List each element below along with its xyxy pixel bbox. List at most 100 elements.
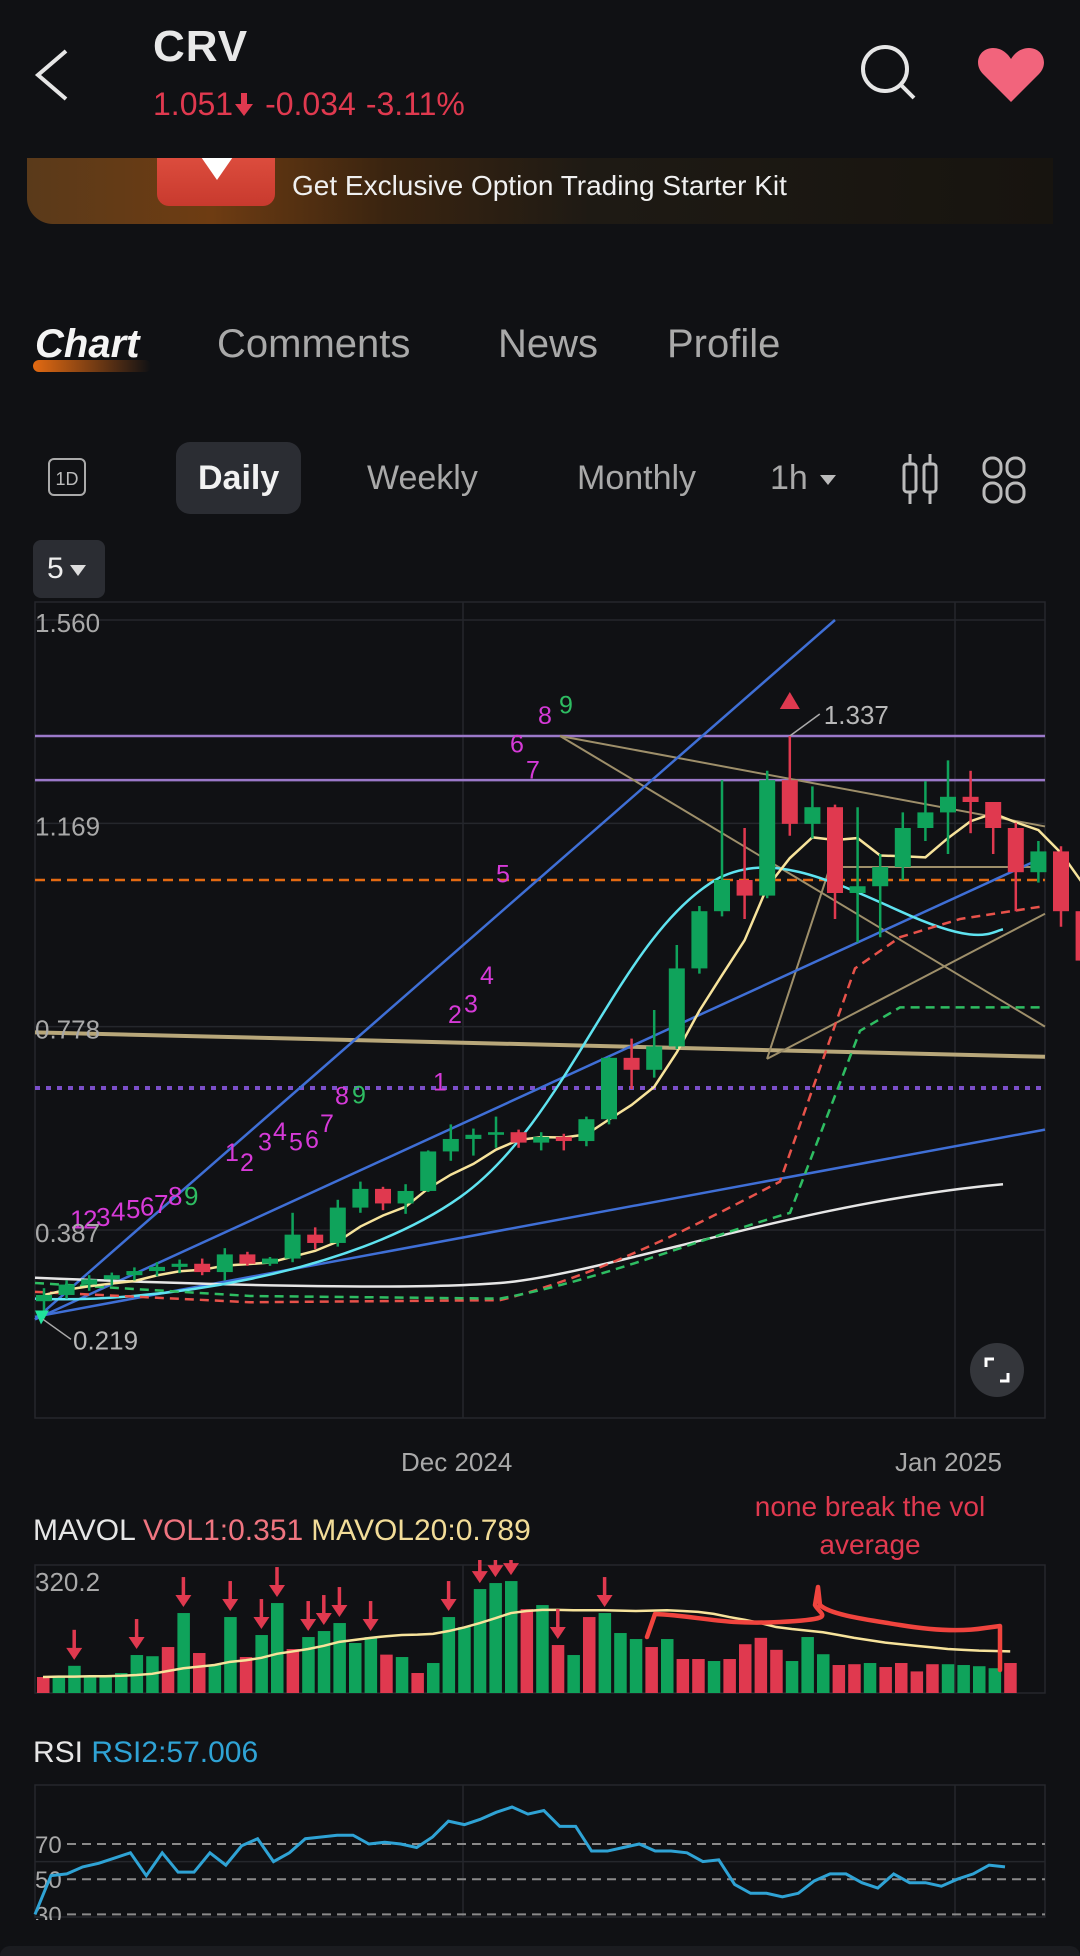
candle-body (668, 968, 685, 1047)
candle-body (442, 1138, 459, 1152)
price-axis: 1.560 1.169 0.778 0.387 (35, 608, 100, 1248)
interval-value: 1h (770, 459, 808, 497)
arrow-annotation-head (596, 1595, 613, 1608)
candle-body (555, 1136, 572, 1142)
interval-dropdown[interactable]: 1h (770, 442, 836, 514)
td-seq-label: 5 (126, 1194, 140, 1224)
bottom-sheet-edge (0, 1946, 1080, 1956)
td-seq-label: 4 (111, 1197, 125, 1227)
td-seq-label: 4 (480, 962, 494, 990)
volume-bar (458, 1627, 471, 1693)
candle-body (352, 1188, 369, 1208)
tab-news[interactable]: News (498, 322, 598, 367)
candle-body (329, 1207, 346, 1243)
volume-bar (442, 1617, 456, 1693)
x-tick-jan-2025: Jan 2025 (895, 1447, 1002, 1477)
volume-bar (177, 1613, 190, 1693)
volume-bar (520, 1609, 534, 1693)
candle-body (397, 1190, 414, 1204)
volume-bar (255, 1635, 268, 1693)
volume-bar (785, 1661, 799, 1693)
td-seq-label: 8 (538, 702, 552, 730)
volume-bar (317, 1631, 331, 1693)
volume-bar (286, 1649, 300, 1693)
volume-bar (536, 1605, 549, 1693)
candle-body (736, 880, 753, 896)
candle-body (691, 911, 708, 969)
chart-annotations: 1.3370.219123 4 5 6 7 8 91 23 4 5 678 9 12 345678 9 (35, 692, 889, 1355)
candle-body (940, 796, 956, 813)
last-price: 1.051 (153, 86, 234, 122)
volume-bar (395, 1657, 409, 1693)
volume-bar (692, 1659, 705, 1693)
candle-type-button[interactable] (900, 452, 940, 506)
trendline-support (34, 1030, 1046, 1059)
volume-bar (551, 1645, 565, 1693)
back-button[interactable] (30, 45, 80, 105)
volume-bar (879, 1667, 892, 1693)
arrow-annotation-head (331, 1605, 348, 1618)
caret-down-icon (69, 564, 86, 576)
volume-bar (973, 1666, 986, 1693)
volume-bar (37, 1677, 50, 1693)
candle-body (126, 1271, 143, 1276)
candle-body (1007, 828, 1024, 873)
mavol20-label: MAVOL20:0.789 (311, 1514, 531, 1547)
candle-body (488, 1132, 504, 1135)
rsi-chart: 705030 (33, 1784, 1046, 1920)
volume-bar (895, 1663, 908, 1693)
td-seq-label: 1 (225, 1139, 239, 1167)
price-tick-label: 1.560 (35, 608, 100, 638)
fullscreen-button[interactable] (970, 1343, 1024, 1397)
candle-body (375, 1188, 391, 1204)
volume-bar (473, 1589, 487, 1693)
volume-bar (349, 1643, 362, 1693)
volume-bar (941, 1664, 955, 1693)
volume-bar (193, 1653, 206, 1693)
arrow-annotation-head (253, 1617, 270, 1630)
volume-bar (676, 1659, 690, 1693)
promo-banner[interactable]: Get Exclusive Option Trading Starter Kit (27, 158, 1053, 224)
candle-body (804, 807, 821, 824)
tab-chart[interactable]: Chart (35, 322, 139, 367)
stop-line-green (34, 1006, 1045, 1300)
td-seq-label: 3 (258, 1128, 272, 1156)
caret-down-icon (819, 475, 836, 486)
candle-body (81, 1279, 98, 1285)
volume-bar (208, 1665, 222, 1693)
one-day-button[interactable]: 1D (48, 458, 86, 496)
td-seq-label: 3 (464, 991, 478, 1019)
arrow-annotation-head (503, 1563, 519, 1576)
td-seq-label: 1 (433, 1069, 447, 1097)
candle-body (1030, 851, 1047, 873)
chevron-left-icon (34, 49, 68, 101)
rsi-grid: 705030 (34, 1784, 1046, 1920)
tab-comments[interactable]: Comments (217, 322, 410, 367)
high-price-label: 1.337 (824, 700, 889, 730)
volume-bar (239, 1657, 253, 1693)
candle-body (58, 1284, 75, 1295)
arrow-annotation-head (362, 1619, 379, 1632)
period-daily[interactable]: Daily (176, 442, 302, 514)
td-seq-label: 7 (320, 1110, 334, 1138)
candle-body (239, 1254, 256, 1264)
price-tick-label: 1.169 (35, 811, 100, 841)
arrow-annotation-head (315, 1613, 332, 1626)
td-seq-label: 5 (496, 861, 510, 889)
period-monthly[interactable]: Monthly (555, 442, 718, 514)
period-weekly[interactable]: Weekly (345, 442, 500, 514)
favorite-button[interactable] (975, 44, 1047, 106)
low-price-label: 0.219 (73, 1325, 138, 1355)
layout-button[interactable] (982, 456, 1026, 504)
volume-bar (707, 1661, 721, 1693)
price-chart[interactable]: 1.3370.219123 4 5 6 7 8 91 23 4 5 678 9 12 345678 9 1.… (0, 590, 1080, 1440)
td-seq-label: 5 (289, 1128, 303, 1156)
vol1-label: VOL1:0.351 (143, 1514, 304, 1547)
low-leader (42, 1318, 72, 1340)
tab-profile[interactable]: Profile (667, 322, 780, 367)
td-seq-label: 8 (168, 1181, 182, 1211)
stop-line-red (34, 904, 1046, 1304)
promo-banner-text: Get Exclusive Option Trading Starter Kit (292, 170, 787, 201)
search-button[interactable] (858, 42, 920, 104)
rsi-tick-label: 70 (35, 1832, 62, 1859)
